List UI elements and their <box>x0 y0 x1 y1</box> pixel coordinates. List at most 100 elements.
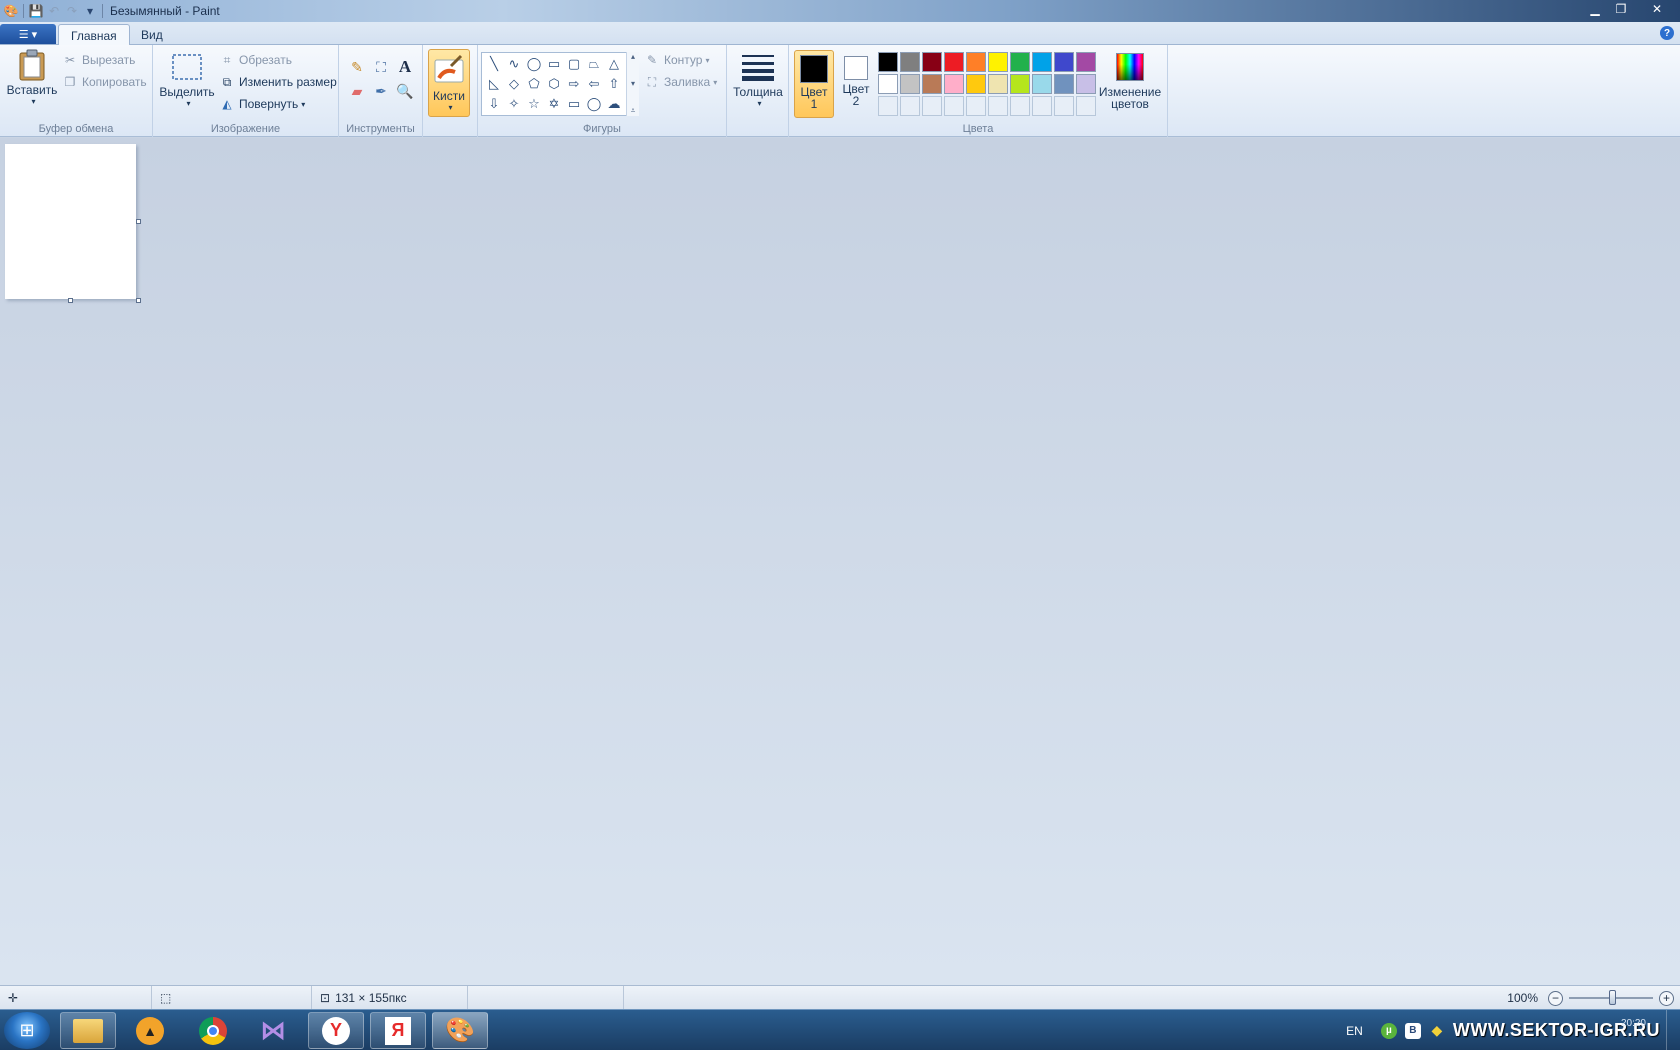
rectangle-shape-icon[interactable]: ▭ <box>544 54 564 74</box>
right-arrow-shape-icon[interactable]: ⇨ <box>564 74 584 94</box>
visual-studio-taskbar-button[interactable]: ⋈ <box>245 1012 301 1049</box>
zoom-slider-thumb[interactable] <box>1609 990 1616 1005</box>
cloud-callout-shape-icon[interactable]: ☁ <box>604 94 624 114</box>
maximize-icon[interactable]: ❐ <box>1608 0 1634 18</box>
palette-swatch[interactable] <box>922 52 942 72</box>
custom-color-slot[interactable] <box>1054 96 1074 116</box>
text-icon[interactable]: A <box>394 56 416 78</box>
five-point-star-shape-icon[interactable]: ☆ <box>524 94 544 114</box>
shapes-gallery-scroll[interactable]: ▴ ▾ ⩡ <box>626 52 639 116</box>
start-button[interactable]: ⊞ <box>4 1012 50 1049</box>
palette-swatch[interactable] <box>1054 52 1074 72</box>
pentagon-shape-icon[interactable]: ⬠ <box>524 74 544 94</box>
oval-shape-icon[interactable]: ◯ <box>524 54 544 74</box>
color-picker-icon[interactable]: ✒ <box>370 80 392 102</box>
palette-swatch[interactable] <box>1010 74 1030 94</box>
select-button[interactable]: Выделить ▾ <box>159 51 215 110</box>
undo-icon[interactable]: ↶ <box>45 2 63 20</box>
yandex-browser-taskbar-button[interactable]: Y <box>308 1012 364 1049</box>
color1-button[interactable]: Цвет 1 <box>794 50 834 118</box>
scroll-up-icon[interactable]: ▴ <box>631 52 635 61</box>
rounded-rectangle-shape-icon[interactable]: ▢ <box>564 54 584 74</box>
palette-swatch[interactable] <box>900 52 920 72</box>
copy-button[interactable]: ❐ Копировать <box>62 72 147 92</box>
edit-colors-button[interactable]: Изменение цветов <box>1098 51 1162 110</box>
palette-swatch[interactable] <box>988 52 1008 72</box>
explorer-taskbar-button[interactable] <box>60 1012 116 1049</box>
close-icon[interactable]: ✕ <box>1634 0 1680 18</box>
paint-taskbar-button[interactable]: 🎨 <box>432 1012 488 1049</box>
magnifier-icon[interactable]: 🔍 <box>394 80 416 102</box>
oval-callout-shape-icon[interactable]: ◯ <box>584 94 604 114</box>
resize-handle-right[interactable] <box>136 219 141 224</box>
pencil-icon[interactable]: ✎ <box>346 56 368 78</box>
palette-swatch[interactable] <box>1076 74 1096 94</box>
curve-shape-icon[interactable]: ∿ <box>504 54 524 74</box>
expand-gallery-icon[interactable]: ⩡ <box>631 106 636 116</box>
color2-button[interactable]: Цвет 2 <box>836 50 876 118</box>
scroll-down-icon[interactable]: ▾ <box>631 79 635 88</box>
canvas-workspace[interactable] <box>0 138 1680 985</box>
fill-bucket-icon[interactable]: ⛶ <box>370 56 392 78</box>
fill-button[interactable]: ⛶ Заливка ▾ <box>644 72 717 92</box>
custom-color-slot[interactable] <box>1032 96 1052 116</box>
palette-swatch[interactable] <box>878 74 898 94</box>
yandex-taskbar-button[interactable]: Я <box>370 1012 426 1049</box>
outline-button[interactable]: ✎ Контур ▾ <box>644 50 710 70</box>
palette-swatch[interactable] <box>900 74 920 94</box>
custom-color-slot[interactable] <box>900 96 920 116</box>
paint-app-icon[interactable]: 🎨 <box>2 2 20 20</box>
polygon-shape-icon[interactable]: ⏢ <box>584 54 604 74</box>
hexagon-shape-icon[interactable]: ⬡ <box>544 74 564 94</box>
language-indicator[interactable]: EN <box>1346 1024 1363 1038</box>
palette-swatch[interactable] <box>944 74 964 94</box>
zoom-slider[interactable] <box>1569 990 1653 1005</box>
minimize-icon[interactable]: ▁ <box>1582 0 1608 18</box>
size-button[interactable]: Толщина ▾ <box>732 51 784 110</box>
custom-color-slot[interactable] <box>966 96 986 116</box>
line-shape-icon[interactable]: ╲ <box>484 54 504 74</box>
rounded-callout-shape-icon[interactable]: ▭ <box>564 94 584 114</box>
four-point-star-shape-icon[interactable]: ✧ <box>504 94 524 114</box>
chrome-taskbar-button[interactable] <box>185 1012 241 1049</box>
vk-icon[interactable]: B <box>1404 1022 1421 1039</box>
custom-color-slot[interactable] <box>922 96 942 116</box>
customize-qat-icon[interactable]: ▾ <box>81 2 99 20</box>
custom-color-slot[interactable] <box>878 96 898 116</box>
drawing-canvas[interactable] <box>5 144 136 299</box>
palette-swatch[interactable] <box>1010 52 1030 72</box>
custom-color-slot[interactable] <box>944 96 964 116</box>
aimp-taskbar-button[interactable]: ▲ <box>122 1012 178 1049</box>
resize-handle-corner[interactable] <box>136 298 141 303</box>
zoom-out-icon[interactable]: − <box>1548 990 1563 1006</box>
eraser-icon[interactable]: ▰ <box>346 80 368 102</box>
cut-button[interactable]: ✂ Вырезать <box>62 50 135 70</box>
up-arrow-shape-icon[interactable]: ⇧ <box>604 74 624 94</box>
save-icon[interactable]: 💾 <box>27 2 45 20</box>
notification-icon[interactable]: ◆ <box>1429 1022 1445 1039</box>
palette-swatch[interactable] <box>1076 52 1096 72</box>
paste-button[interactable]: Вставить ▾ <box>6 49 58 108</box>
palette-swatch[interactable] <box>878 52 898 72</box>
resize-handle-bottom[interactable] <box>68 298 73 303</box>
custom-color-slot[interactable] <box>988 96 1008 116</box>
clock[interactable]: 20:20 <box>1621 1018 1646 1029</box>
triangle-shape-icon[interactable]: △ <box>604 54 624 74</box>
tab-home[interactable]: Главная <box>58 24 130 46</box>
custom-color-slot[interactable] <box>1010 96 1030 116</box>
tab-view[interactable]: Вид <box>129 24 175 45</box>
brushes-button[interactable]: Кисти ▾ <box>428 49 470 117</box>
six-point-star-shape-icon[interactable]: ✡ <box>544 94 564 114</box>
help-icon[interactable]: ? <box>1660 26 1674 40</box>
left-arrow-shape-icon[interactable]: ⇦ <box>584 74 604 94</box>
palette-swatch[interactable] <box>966 52 986 72</box>
show-desktop-button[interactable] <box>1666 1010 1680 1050</box>
right-triangle-shape-icon[interactable]: ◺ <box>484 74 504 94</box>
palette-swatch[interactable] <box>1032 74 1052 94</box>
file-menu-button[interactable]: ☰ ▾ <box>0 24 56 44</box>
crop-button[interactable]: ⌗ Обрезать <box>219 50 292 70</box>
redo-icon[interactable]: ↷ <box>63 2 81 20</box>
custom-color-slot[interactable] <box>1076 96 1096 116</box>
rotate-button[interactable]: ◭ Повернуть ▾ <box>219 94 305 114</box>
palette-swatch[interactable] <box>922 74 942 94</box>
